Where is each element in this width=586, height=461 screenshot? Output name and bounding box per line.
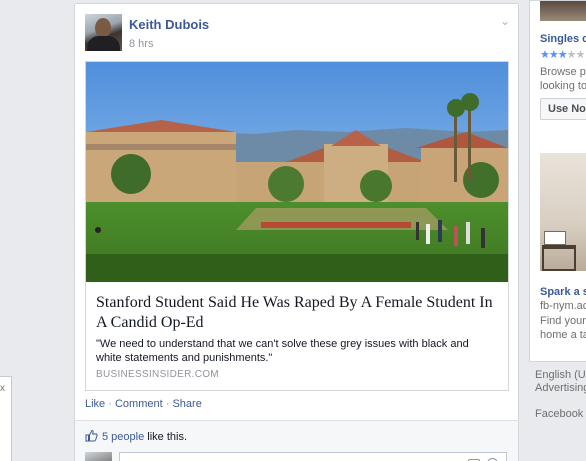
star-rating: ★★★★★ <box>540 48 586 61</box>
star-icon: ★ <box>557 49 568 61</box>
thumbs-up-icon <box>85 429 98 442</box>
post-actions: Like · Comment · Share <box>85 398 202 410</box>
ad2-image[interactable] <box>540 153 586 271</box>
star-icon: ★ <box>566 49 577 61</box>
link-headline[interactable]: Stanford Student Said He Was Raped By A … <box>96 293 496 333</box>
campus-photo-graphic <box>86 62 508 282</box>
post-timestamp[interactable]: 8 hrs <box>129 38 153 50</box>
feed-post: Keith Dubois 8 hrs ⌄ Stanford Student Sa… <box>74 3 519 461</box>
ad1-description: Browse p looking to <box>540 65 586 93</box>
ad2-description: Find your home a ta <box>540 314 586 342</box>
avatar-face <box>95 18 111 38</box>
sidebar-footer: English (U Advertising Facebook <box>535 369 586 421</box>
ad2-desc-line: home a ta <box>540 329 586 341</box>
author-avatar[interactable] <box>85 14 122 51</box>
link-domain: BUSINESSINSIDER.COM <box>96 369 219 380</box>
use-now-button[interactable]: Use No <box>540 98 586 120</box>
likes-and-comments: 5 people like this. <box>75 420 518 461</box>
actions-separator: · <box>108 398 112 410</box>
left-panel-edge: x <box>0 376 12 461</box>
chair-graphic <box>542 245 576 271</box>
comment-input[interactable] <box>126 455 426 461</box>
link-preview-image[interactable] <box>86 62 508 282</box>
chevron-down-icon[interactable]: ⌄ <box>500 14 510 28</box>
ad1-desc-line: looking to <box>540 80 586 92</box>
language-link[interactable]: English (U <box>535 369 586 382</box>
actions-separator: · <box>165 398 170 410</box>
right-sidebar: Singles c ★★★★★ Browse p looking to Use … <box>529 0 586 461</box>
facebook-link[interactable]: Facebook <box>535 408 586 421</box>
star-icon: ★ <box>548 49 559 61</box>
likes-suffix: like this. <box>147 431 188 443</box>
likes-summary: 5 people like this. <box>102 431 187 443</box>
share-link[interactable]: Share <box>172 398 201 410</box>
ad2-domain: fb-nym.ac <box>540 300 586 312</box>
author-name[interactable]: Keith Dubois <box>129 17 209 32</box>
advertising-link[interactable]: Advertising <box>535 382 586 395</box>
avatar-shirt <box>87 36 120 51</box>
ad1-desc-line: Browse p <box>540 66 586 78</box>
close-icon[interactable]: x <box>0 383 5 394</box>
link-preview-card[interactable]: Stanford Student Said He Was Raped By A … <box>85 61 509 391</box>
link-summary: "We need to understand that we can't sol… <box>96 338 469 364</box>
viewer-avatar <box>85 452 112 461</box>
ad1-title[interactable]: Singles c <box>540 33 586 45</box>
star-icon: ★ <box>575 49 586 61</box>
likes-count-link[interactable]: 5 people <box>102 431 144 443</box>
ad1-image[interactable] <box>540 1 586 21</box>
sponsored-panel: Singles c ★★★★★ Browse p looking to Use … <box>529 0 586 362</box>
comment-link[interactable]: Comment <box>115 398 163 410</box>
star-icon: ★ <box>540 49 550 61</box>
ad2-desc-line: Find your <box>540 315 586 327</box>
ad2-title[interactable]: Spark a s <box>540 286 586 298</box>
like-link[interactable]: Like <box>85 398 105 410</box>
comment-box[interactable] <box>119 452 507 461</box>
lamp-graphic <box>544 231 566 245</box>
